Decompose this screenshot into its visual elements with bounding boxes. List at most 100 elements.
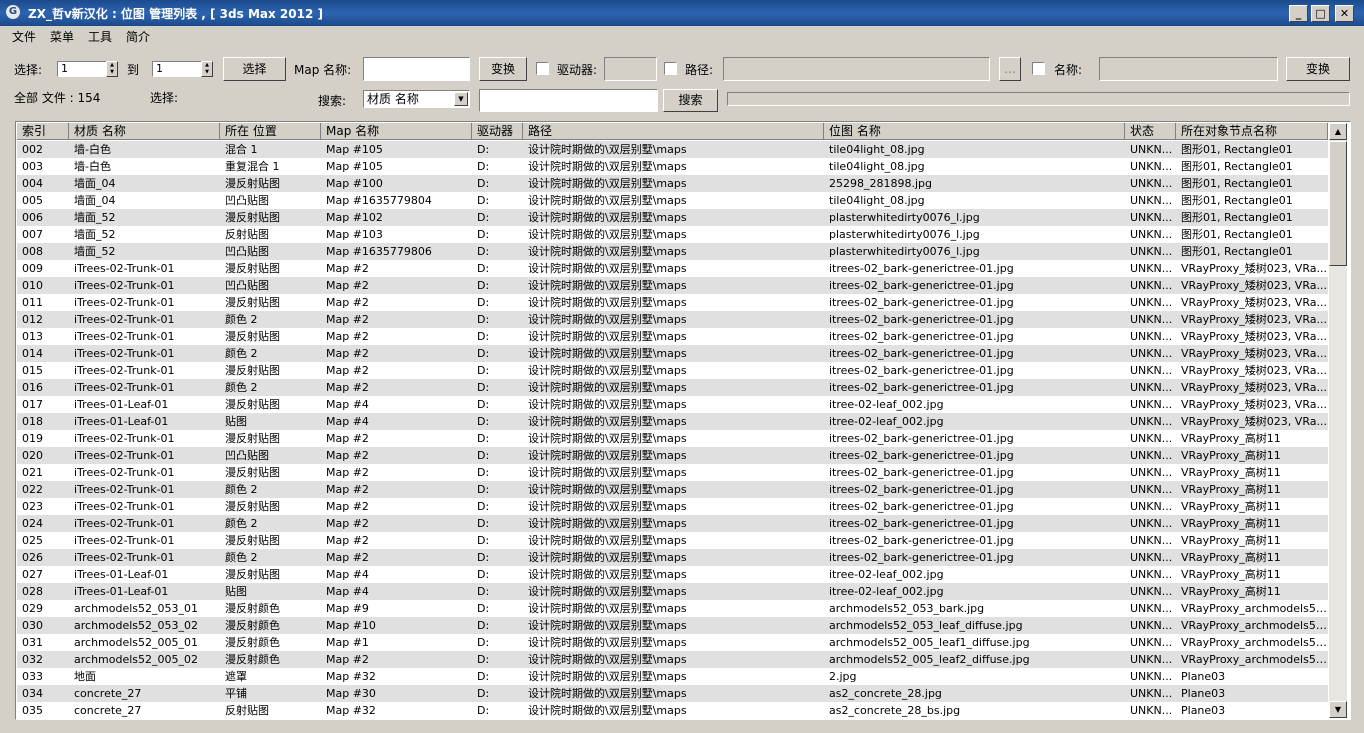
menu-tools[interactable]: 工具 [88,28,112,45]
cell-status: UNKN... [1130,313,1173,326]
col-header-status[interactable]: 状态 [1125,123,1176,140]
col-header-bitmap-name[interactable]: 位图 名称 [824,123,1125,140]
menu-about[interactable]: 简介 [126,28,150,45]
cell-bitmap-name: itrees-02_bark-generictree-01.jpg [829,364,1014,377]
table-row[interactable]: 024 iTrees-02-Trunk-01 颜色 2 Map #2 D: 设计院时期做的… [17,515,1328,532]
drive-input[interactable] [604,57,657,81]
table-row[interactable]: 021 iTrees-02-Trunk-01 漫反射贴图 Map #2 D: 设计院时期做… [17,464,1328,481]
cell-drive: D: [477,381,490,394]
menu-menu[interactable]: 菜单 [50,28,74,45]
table-row[interactable]: 023 iTrees-02-Trunk-01 漫反射贴图 Map #2 D: 设计院时期做… [17,498,1328,515]
vertical-scrollbar[interactable]: ▲ ▼ [1329,123,1347,718]
table-row[interactable]: 034 concrete_27 平铺 Map #30 D: 设计院时期做的\双层别墅\ma… [17,685,1328,702]
table-row[interactable]: 013 iTrees-02-Trunk-01 漫反射贴图 Map #2 D: 设计院时期做… [17,328,1328,345]
table-row[interactable]: 009 iTrees-02-Trunk-01 漫反射贴图 Map #2 D: 设计院时期做… [17,260,1328,277]
table-row[interactable]: 019 iTrees-02-Trunk-01 漫反射贴图 Map #2 D: 设计院时期做… [17,430,1328,447]
select-button[interactable]: 选择 [223,57,286,81]
table-row[interactable]: 002 墙-白色 混合 1 Map #105 D: 设计院时期做的\双层别墅\maps ti… [17,141,1328,158]
table-row[interactable]: 033 地面 遮罩 Map #32 D: 设计院时期做的\双层别墅\maps 2.jpg UN… [17,668,1328,685]
table-row[interactable]: 017 iTrees-01-Leaf-01 漫反射贴图 Map #4 D: 设计院时期做的… [17,396,1328,413]
cell-map-name: Map #2 [326,466,369,479]
cell-node-name: VRayProxy_高树11 [1181,432,1281,445]
minimize-button[interactable]: _ [1289,5,1308,22]
search-button[interactable]: 搜索 [663,89,718,112]
cell-drive: D: [477,313,490,326]
table-row[interactable]: 007 墙面_52 反射贴图 Map #103 D: 设计院时期做的\双层别墅\maps p… [17,226,1328,243]
cell-map-name: Map #2 [326,381,369,394]
table-row[interactable]: 003 墙-白色 重复混合 1 Map #105 D: 设计院时期做的\双层别墅\maps… [17,158,1328,175]
cell-path: 设计院时期做的\双层别墅\maps [528,619,687,632]
col-header-node-name[interactable]: 所在对象节点名称 [1176,123,1328,140]
cell-bitmap-name: itrees-02_bark-generictree-01.jpg [829,534,1014,547]
select-from-spinner[interactable]: 1 [57,61,107,77]
cell-node-name: VRayProxy_高树11 [1181,551,1281,564]
search-field-select[interactable]: 材质 名称 ▼ [363,90,470,108]
cell-index: 031 [22,636,43,649]
app-icon[interactable]: G [6,5,20,19]
col-header-map-name[interactable]: Map 名称 [321,123,472,140]
cell-map-name: Map #1 [326,636,369,649]
table-row[interactable]: 020 iTrees-02-Trunk-01 凹凸贴图 Map #2 D: 设计院时期做的… [17,447,1328,464]
table-row[interactable]: 004 墙面_04 漫反射贴图 Map #100 D: 设计院时期做的\双层别墅\maps… [17,175,1328,192]
table-row[interactable]: 030 archmodels52_053_02 漫反射颜色 Map #10 D: 设计院时… [17,617,1328,634]
col-header-index[interactable]: 索引 [17,123,69,140]
cell-material-name: iTrees-02-Trunk-01 [74,483,175,496]
cell-bitmap-name: itrees-02_bark-generictree-01.jpg [829,296,1014,309]
table-row[interactable]: 018 iTrees-01-Leaf-01 贴图 Map #4 D: 设计院时期做的\双层… [17,413,1328,430]
convert-button[interactable]: 变换 [479,57,527,81]
browse-button[interactable]: ... [999,57,1021,81]
table-row[interactable]: 035 concrete_27 反射贴图 Map #32 D: 设计院时期做的\双层别墅\… [17,702,1328,719]
table-row[interactable]: 032 archmodels52_005_02 漫反射颜色 Map #2 D: 设计院时期… [17,651,1328,668]
cell-drive: D: [477,670,490,683]
search-input[interactable] [479,89,658,112]
scroll-up-icon[interactable]: ▲ [1329,123,1347,140]
table-row[interactable]: 031 archmodels52_005_01 漫反射颜色 Map #1 D: 设计院时期… [17,634,1328,651]
cell-location: 反射贴图 [225,228,269,241]
table-row[interactable]: 016 iTrees-02-Trunk-01 颜色 2 Map #2 D: 设计院时期做的… [17,379,1328,396]
table-row[interactable]: 027 iTrees-01-Leaf-01 漫反射贴图 Map #4 D: 设计院时期做的… [17,566,1328,583]
select-from-spinner-arrows[interactable]: ▲ ▼ [106,61,118,77]
table-row[interactable]: 025 iTrees-02-Trunk-01 漫反射贴图 Map #2 D: 设计院时期做… [17,532,1328,549]
select-to-spinner-arrows[interactable]: ▲ ▼ [201,61,213,77]
chevron-down-icon[interactable]: ▼ [454,92,468,106]
path-checkbox[interactable] [664,62,677,75]
cell-node-name: VRayProxy_高树11 [1181,517,1281,530]
col-header-location[interactable]: 所在 位置 [220,123,321,140]
table-row[interactable]: 012 iTrees-02-Trunk-01 颜色 2 Map #2 D: 设计院时期做的… [17,311,1328,328]
cell-drive: D: [477,279,490,292]
path-input[interactable] [723,57,990,81]
table-row[interactable]: 006 墙面_52 漫反射贴图 Map #102 D: 设计院时期做的\双层别墅\maps… [17,209,1328,226]
cell-material-name: 墙-白色 [74,143,111,156]
cell-map-name: Map #32 [326,704,376,717]
table-row[interactable]: 014 iTrees-02-Trunk-01 颜色 2 Map #2 D: 设计院时期做的… [17,345,1328,362]
table-row[interactable]: 008 墙面_52 凹凸贴图 Map #1635779806 D: 设计院时期做的\双层别… [17,243,1328,260]
drive-label: 驱动器: [557,63,598,77]
scroll-down-icon[interactable]: ▼ [1329,701,1347,718]
maximize-button[interactable]: □ [1311,5,1330,22]
convert-button-2[interactable]: 变换 [1286,57,1350,81]
table-row[interactable]: 022 iTrees-02-Trunk-01 颜色 2 Map #2 D: 设计院时期做的… [17,481,1328,498]
col-header-path[interactable]: 路径 [523,123,824,140]
table-row[interactable]: 010 iTrees-02-Trunk-01 凹凸贴图 Map #2 D: 设计院时期做的… [17,277,1328,294]
list-rows: 002 墙-白色 混合 1 Map #105 D: 设计院时期做的\双层别墅\maps ti… [17,141,1328,719]
table-row[interactable]: 015 iTrees-02-Trunk-01 漫反射贴图 Map #2 D: 设计院时期做… [17,362,1328,379]
cell-status: UNKN... [1130,602,1173,615]
table-row[interactable]: 005 墙面_04 凹凸贴图 Map #1635779804 D: 设计院时期做的\双层别… [17,192,1328,209]
scrollbar-thumb[interactable] [1329,141,1347,266]
table-row[interactable]: 026 iTrees-02-Trunk-01 颜色 2 Map #2 D: 设计院时期做的… [17,549,1328,566]
select-to-spinner[interactable]: 1 [152,61,202,77]
close-button[interactable]: ✕ [1335,5,1354,22]
drive-checkbox[interactable] [536,62,549,75]
name-checkbox[interactable] [1032,62,1045,75]
menu-file[interactable]: 文件 [12,28,36,45]
name-input[interactable] [1099,57,1278,81]
col-header-drive[interactable]: 驱动器 [472,123,523,140]
table-row[interactable]: 028 iTrees-01-Leaf-01 贴图 Map #4 D: 设计院时期做的\双层… [17,583,1328,600]
cell-bitmap-name: itrees-02_bark-generictree-01.jpg [829,483,1014,496]
col-header-material-name[interactable]: 材质 名称 [69,123,220,140]
map-name-input[interactable] [363,57,470,81]
table-row[interactable]: 029 archmodels52_053_01 漫反射颜色 Map #9 D: 设计院时期… [17,600,1328,617]
table-row[interactable]: 011 iTrees-02-Trunk-01 漫反射贴图 Map #2 D: 设计院时期做… [17,294,1328,311]
cell-map-name: Map #105 [326,160,383,173]
bitmap-list[interactable]: 索引 材质 名称 所在 位置 Map 名称 驱动器 路径 位图 名称 状态 所在… [15,121,1351,720]
